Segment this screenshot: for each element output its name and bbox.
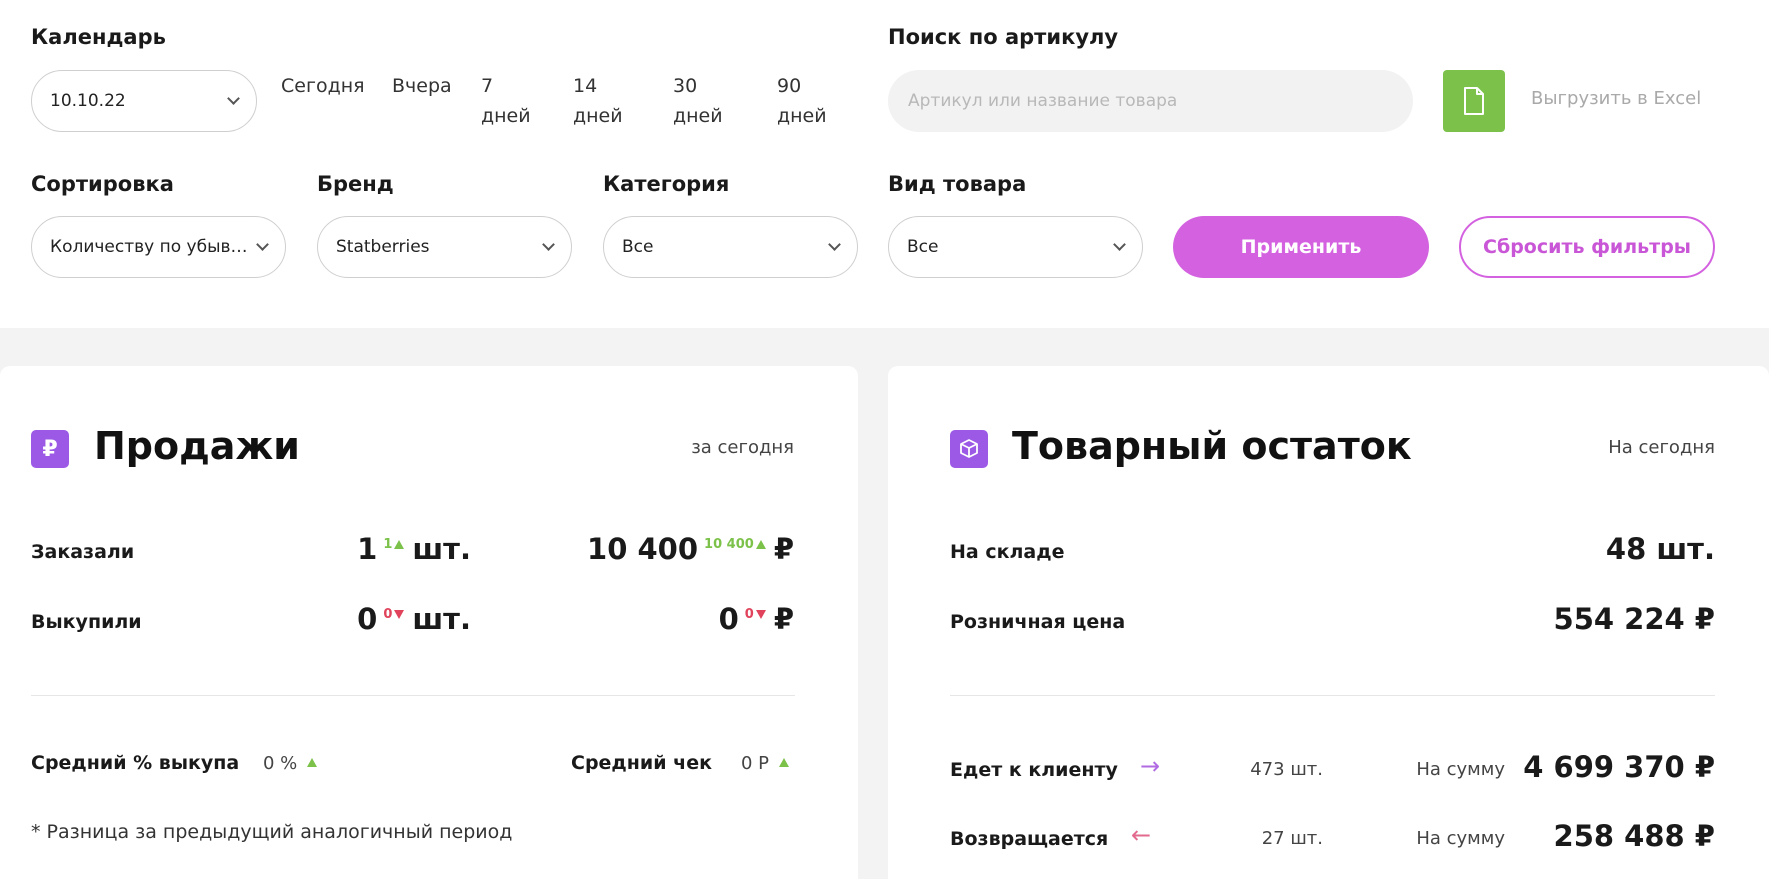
period-7-days[interactable]: 7 дней bbox=[481, 71, 531, 131]
avg-check-label: Средний чек bbox=[571, 752, 712, 774]
ordered-qty: 1 1 шт. bbox=[357, 532, 471, 566]
chevron-down-icon bbox=[227, 92, 240, 105]
excel-export-label[interactable]: Выгрузить в Excel bbox=[1531, 88, 1701, 109]
file-icon bbox=[1464, 87, 1484, 115]
stock-card: Товарный остаток На сегодня На складе 48… bbox=[888, 366, 1769, 879]
to-client-qty: 473 шт. bbox=[1250, 759, 1323, 780]
arrow-right-icon: → bbox=[1140, 752, 1161, 780]
divider bbox=[31, 695, 795, 696]
brand-value: Statberries bbox=[336, 237, 430, 257]
retail-label: Розничная цена bbox=[950, 611, 1126, 633]
ordered-label: Заказали bbox=[31, 541, 135, 563]
chevron-down-icon bbox=[1113, 238, 1126, 251]
sort-value: Количеству по убыванию bbox=[50, 237, 248, 257]
sales-title: Продажи bbox=[94, 424, 300, 468]
to-client-sum: 4 699 370 ₽ bbox=[1523, 750, 1715, 784]
period-today[interactable]: Сегодня bbox=[281, 71, 365, 101]
stock-period: На сегодня bbox=[1608, 437, 1715, 458]
category-label: Категория bbox=[603, 172, 730, 196]
chevron-down-icon bbox=[828, 238, 841, 251]
product-type-value: Все bbox=[907, 237, 939, 257]
up-arrow-icon bbox=[394, 540, 405, 549]
calendar-label: Календарь bbox=[31, 25, 166, 49]
box-icon bbox=[950, 430, 988, 468]
up-arrow-icon bbox=[755, 540, 766, 549]
avg-buyout-label: Средний % выкупа bbox=[31, 752, 240, 774]
brand-label: Бренд bbox=[317, 172, 394, 196]
brand-select[interactable]: Statberries bbox=[317, 216, 572, 278]
retail-value: 554 224 ₽ bbox=[1553, 602, 1715, 636]
product-type-select[interactable]: Все bbox=[888, 216, 1143, 278]
reset-filters-button[interactable]: Сбросить фильтры bbox=[1459, 216, 1715, 278]
returning-qty: 27 шт. bbox=[1261, 828, 1323, 849]
period-yesterday[interactable]: Вчера bbox=[392, 71, 452, 101]
avg-buyout-value: 0 % bbox=[263, 753, 325, 774]
stock-title: Товарный остаток bbox=[1012, 424, 1412, 468]
arrow-left-icon: ← bbox=[1131, 821, 1152, 849]
to-client-sum-label: На сумму bbox=[1416, 759, 1505, 780]
warehouse-label: На складе bbox=[950, 541, 1065, 563]
period-90-days[interactable]: 90 дней bbox=[777, 71, 827, 131]
bought-qty: 0 0 шт. bbox=[357, 602, 471, 636]
period-30-days[interactable]: 30 дней bbox=[673, 71, 723, 131]
excel-export-button[interactable] bbox=[1443, 70, 1505, 132]
down-arrow-icon bbox=[755, 610, 766, 619]
search-label: Поиск по артикулу bbox=[888, 25, 1119, 49]
bought-sum: 0 0 ₽ bbox=[718, 602, 794, 636]
up-arrow-icon bbox=[307, 758, 318, 767]
ordered-sum: 10 400 10 400 ₽ bbox=[587, 532, 794, 566]
ruble-icon: ₽ bbox=[31, 430, 69, 468]
down-arrow-icon bbox=[394, 610, 405, 619]
bought-label: Выкупили bbox=[31, 611, 142, 633]
chevron-down-icon bbox=[256, 238, 269, 251]
period-note: * Разница за предыдущий аналогичный пери… bbox=[31, 821, 513, 843]
calendar-value: 10.10.22 bbox=[50, 91, 126, 111]
returning-sum: 258 488 ₽ bbox=[1553, 819, 1715, 853]
sort-select[interactable]: Количеству по убыванию bbox=[31, 216, 286, 278]
up-arrow-icon bbox=[779, 758, 790, 767]
divider bbox=[950, 695, 1715, 696]
apply-button[interactable]: Применить bbox=[1173, 216, 1429, 278]
returning-sum-label: На сумму bbox=[1416, 828, 1505, 849]
warehouse-value: 48 шт. bbox=[1605, 532, 1715, 566]
avg-check-value: 0 Р bbox=[741, 753, 797, 774]
search-input[interactable] bbox=[888, 70, 1413, 132]
category-value: Все bbox=[622, 237, 654, 257]
sort-label: Сортировка bbox=[31, 172, 174, 196]
to-client-label: Едет к клиенту bbox=[950, 759, 1118, 781]
calendar-select[interactable]: 10.10.22 bbox=[31, 70, 257, 132]
sales-period: за сегодня bbox=[691, 437, 794, 458]
chevron-down-icon bbox=[542, 238, 555, 251]
period-14-days[interactable]: 14 дней bbox=[573, 71, 623, 131]
product-type-label: Вид товара bbox=[888, 172, 1027, 196]
category-select[interactable]: Все bbox=[603, 216, 858, 278]
returning-label: Возвращается bbox=[950, 828, 1109, 850]
sales-card: ₽ Продажи за сегодня Заказали 1 1 шт. 10 4… bbox=[0, 366, 858, 879]
